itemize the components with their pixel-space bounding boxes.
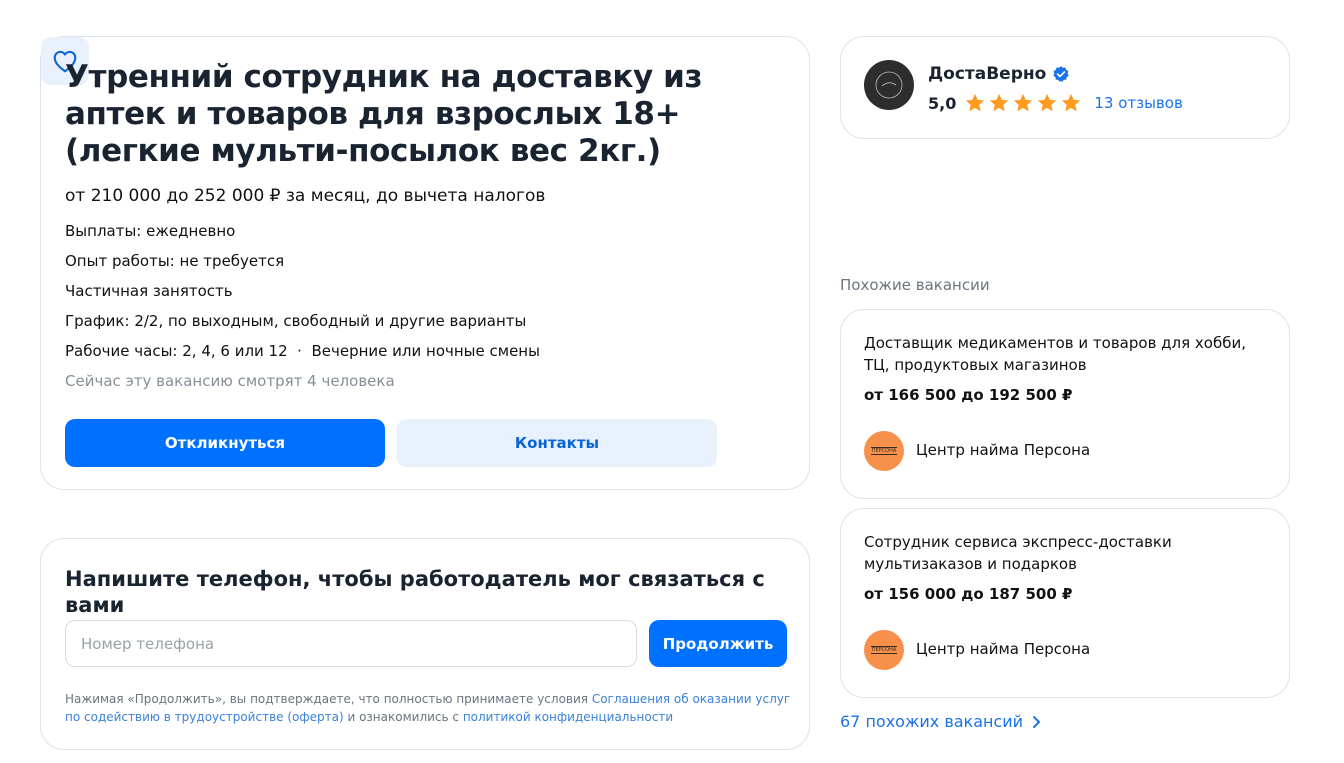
employer-logo	[864, 60, 914, 110]
schedule-info: График: 2/2, по выходным, свободный и др…	[65, 312, 527, 330]
company-logo-text: ПЕРСОНА	[870, 447, 898, 455]
company-name[interactable]: Центр найма Персона	[916, 440, 1090, 460]
similar-vacancy-title[interactable]: Сотрудник сервиса экспресс-доставки муль…	[864, 531, 1274, 575]
vacancy-card: Утренний сотрудник на доставку из аптек …	[40, 36, 810, 490]
employer-card[interactable]: ДостаВерно 5,0 13 отзывов	[840, 36, 1290, 139]
star-icon	[966, 93, 985, 112]
employer-rating: 5,0 13 отзывов	[928, 92, 1183, 114]
respond-button[interactable]: Откликнуться	[65, 419, 385, 467]
privacy-policy-link[interactable]: политикой конфиденциальности	[463, 710, 673, 724]
rating-value: 5,0	[928, 93, 957, 113]
company-logo: ПЕРСОНА	[864, 630, 904, 670]
similar-vacancy-card[interactable]: Сотрудник сервиса экспресс-доставки муль…	[840, 508, 1290, 698]
similar-vacancy-card[interactable]: Доставщик медикаментов и товаров для хоб…	[840, 309, 1290, 499]
phone-form-card: Напишите телефон, чтобы работодатель мог…	[40, 538, 810, 750]
phone-form-title: Напишите телефон, чтобы работодатель мог…	[65, 567, 765, 617]
star-icon	[990, 93, 1009, 112]
star-icon	[1014, 93, 1033, 112]
employment-type: Частичная занятость	[65, 282, 233, 300]
legal-prefix: Нажимая «Продолжить», вы подтверждаете, …	[65, 692, 592, 706]
company-logo-text: ПЕРСОНА	[870, 646, 898, 654]
continue-button[interactable]: Продолжить	[649, 620, 787, 667]
verified-badge-icon	[1053, 66, 1069, 82]
reviews-link[interactable]: 13 отзывов	[1094, 94, 1182, 112]
similar-vacancies-heading: Похожие вакансии	[840, 276, 990, 294]
chevron-right-icon	[1033, 716, 1041, 728]
more-similar-label: 67 похожих вакансий	[840, 712, 1024, 731]
working-hours-info: Рабочие часы: 2, 4, 6 или 12 · Вечерние …	[65, 342, 540, 360]
similar-vacancy-title[interactable]: Доставщик медикаментов и товаров для хоб…	[864, 332, 1274, 376]
legal-middle: и ознакомились с	[343, 710, 463, 724]
company-logo: ПЕРСОНА	[864, 431, 904, 471]
employer-name-row: ДостаВерно	[928, 63, 1070, 85]
similar-vacancy-salary: от 156 000 до 187 500 ₽	[864, 585, 1073, 603]
experience-info: Опыт работы: не требуется	[65, 252, 285, 270]
vacancy-salary: от 210 000 до 252 000 ₽ за месяц, до выч…	[65, 186, 546, 206]
employer-name[interactable]: ДостаВерно	[928, 63, 1046, 85]
vacancy-title: Утренний сотрудник на доставку из аптек …	[65, 59, 703, 169]
phone-input[interactable]	[65, 620, 637, 667]
star-icon	[1038, 93, 1057, 112]
legal-notice: Нажимая «Продолжить», вы подтверждаете, …	[65, 690, 795, 726]
viewers-count: Сейчас эту вакансию смотрят 4 человека	[65, 372, 395, 390]
more-similar-link[interactable]: 67 похожих вакансий	[840, 711, 1041, 733]
star-icon	[1062, 93, 1081, 112]
payout-info: Выплаты: ежедневно	[65, 222, 236, 240]
company-name[interactable]: Центр найма Персона	[916, 639, 1090, 659]
similar-vacancy-salary: от 166 500 до 192 500 ₽	[864, 386, 1073, 404]
contacts-button[interactable]: Контакты	[397, 419, 717, 467]
rating-stars	[964, 92, 1082, 114]
employer-logo-mark	[875, 71, 903, 99]
